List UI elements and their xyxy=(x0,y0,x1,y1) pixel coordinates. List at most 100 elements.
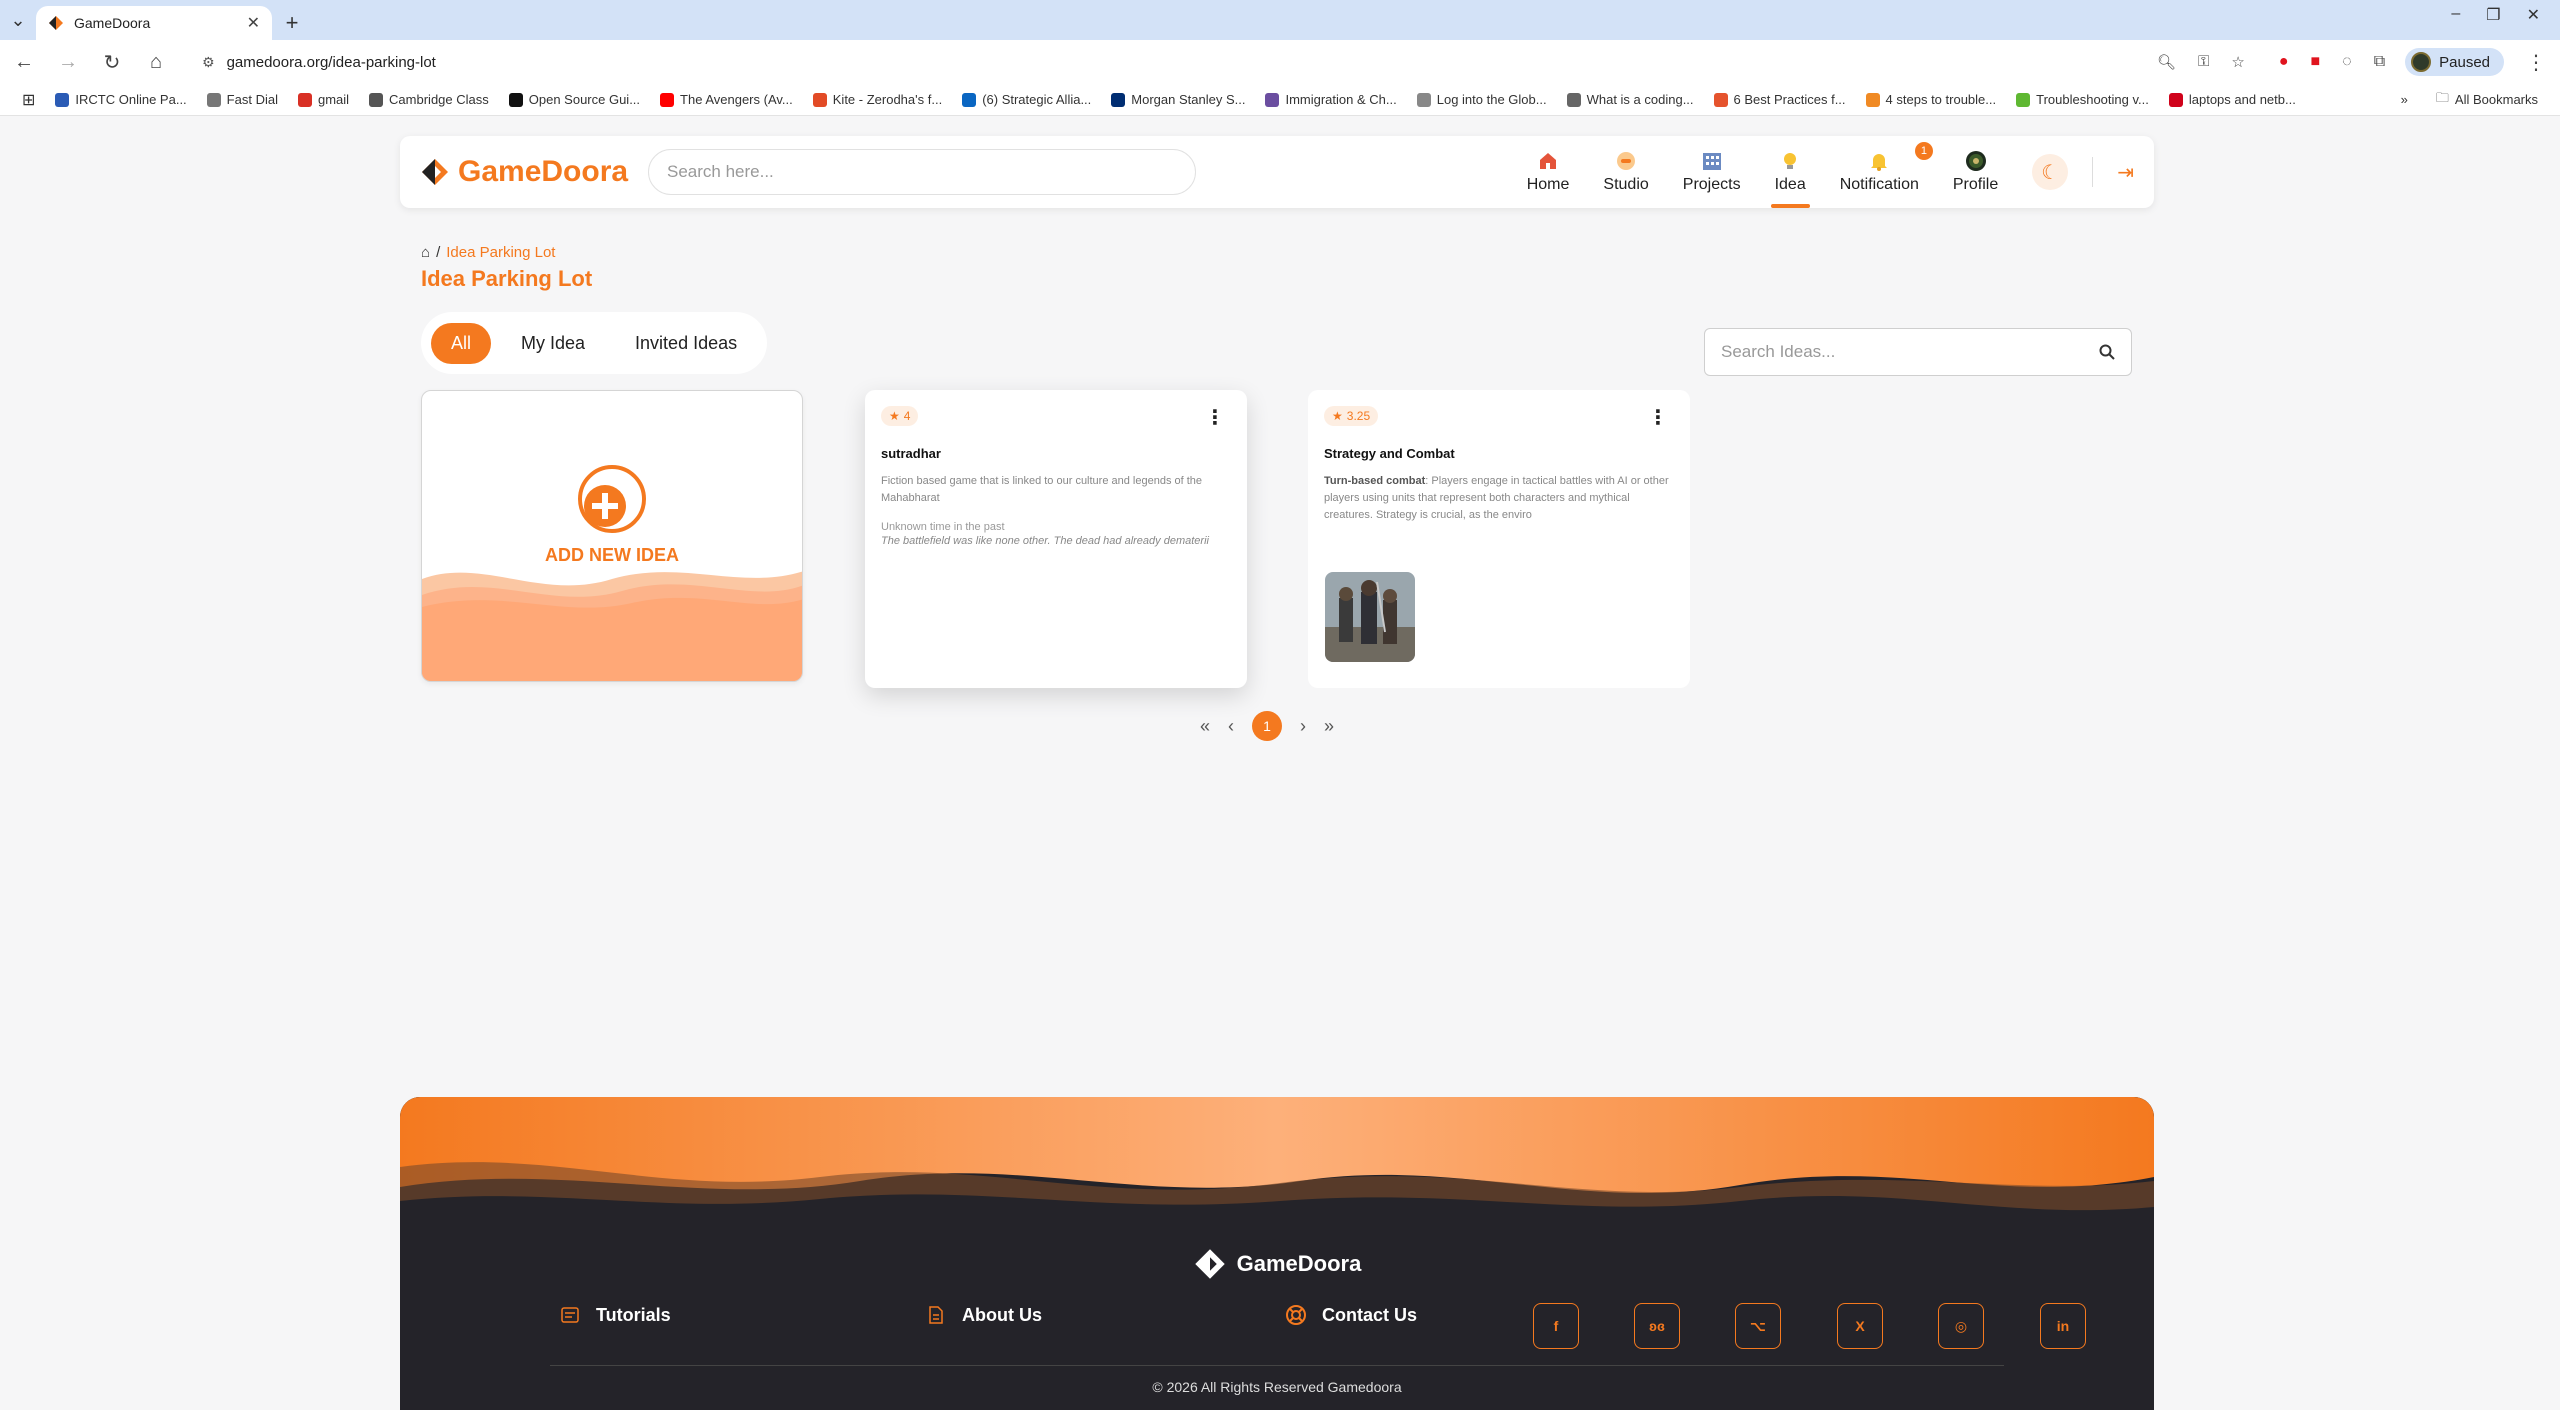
nav-studio[interactable]: Studio xyxy=(1603,136,1649,208)
facebook-icon[interactable]: f xyxy=(1533,1303,1579,1349)
bookmark-item[interactable]: Open Source Gui... xyxy=(499,92,650,107)
nav-profile[interactable]: Profile xyxy=(1953,136,1998,208)
all-bookmarks-folder[interactable]: 🗀 All Bookmarks xyxy=(2426,89,2548,111)
nav-idea[interactable]: Idea xyxy=(1770,136,1810,208)
footer-logo-icon xyxy=(1194,1249,1225,1279)
footer-logo[interactable]: GameDoora xyxy=(400,1247,2154,1281)
bookmark-item[interactable]: Immigration & Ch... xyxy=(1255,92,1406,107)
record-extension-icon[interactable]: ■ xyxy=(2311,53,2321,71)
dark-mode-toggle-icon[interactable]: ☾ xyxy=(2032,154,2069,190)
idea-card[interactable]: ★ 4 ⋮ sutradhar Fiction based game that i… xyxy=(865,390,1247,688)
github-icon[interactable]: ⌥ xyxy=(1735,1303,1781,1349)
bookmark-favicon-icon xyxy=(1111,92,1126,107)
forward-icon[interactable]: → xyxy=(56,51,80,74)
new-tab-button[interactable]: + xyxy=(272,6,312,40)
last-page-icon[interactable]: » xyxy=(1324,716,1334,737)
footer-link-about-us[interactable]: About Us xyxy=(924,1303,1042,1327)
tab-my-idea[interactable]: My Idea xyxy=(501,323,605,364)
bookmark-item[interactable]: Kite - Zerodha's f... xyxy=(803,92,952,107)
first-page-icon[interactable]: « xyxy=(1200,716,1210,737)
tab-invited-ideas[interactable]: Invited Ideas xyxy=(615,323,757,364)
close-window-icon[interactable]: ✕ xyxy=(2527,5,2540,25)
prev-page-icon[interactable]: ‹ xyxy=(1228,716,1234,737)
close-tab-icon[interactable]: ✕ xyxy=(247,13,260,33)
logout-icon[interactable]: ⇥ xyxy=(2117,160,2134,185)
nav-projects[interactable]: Projects xyxy=(1683,136,1741,208)
bookmark-item[interactable]: 6 Best Practices f... xyxy=(1704,92,1856,107)
nav-home[interactable]: Home xyxy=(1527,136,1569,208)
nav-notification[interactable]: 1 Notification xyxy=(1839,136,1933,208)
bookmark-item[interactable]: Troubleshooting v... xyxy=(2006,92,2159,107)
site-info-icon[interactable]: ⚙ xyxy=(202,54,215,71)
minimize-icon[interactable]: – xyxy=(2451,5,2460,25)
bluesky-butterfly-icon[interactable]: ʚɞ xyxy=(1634,1303,1680,1349)
bookmark-item[interactable]: 4 steps to trouble... xyxy=(1856,92,2007,107)
restore-icon[interactable]: ❐ xyxy=(2486,5,2500,25)
more-options-icon[interactable]: ⋮ xyxy=(1205,408,1225,428)
tab-title: GameDoora xyxy=(74,15,151,31)
apps-grid-icon[interactable]: ⊞ xyxy=(12,90,45,110)
idea-search-placeholder: Search Ideas... xyxy=(1721,342,1836,361)
key-icon[interactable]: ⚿ xyxy=(2198,53,2209,71)
next-page-icon[interactable]: › xyxy=(1300,716,1306,737)
more-options-icon[interactable]: ⋮ xyxy=(1648,408,1668,428)
browser-tab[interactable]: GameDoora ✕ xyxy=(36,6,272,40)
bookmark-item[interactable]: The Avengers (Av... xyxy=(650,92,803,107)
site-search-input[interactable]: Search here... xyxy=(648,149,1196,195)
reload-icon[interactable]: ↻ xyxy=(100,50,124,75)
profile-button[interactable]: Paused xyxy=(2405,48,2504,76)
header-actions: ☾ ⇥ xyxy=(2032,136,2134,208)
opera-extension-icon[interactable]: ● xyxy=(2279,53,2289,71)
tab-all[interactable]: All xyxy=(431,322,492,364)
bookmark-item[interactable]: Fast Dial xyxy=(197,92,288,107)
bookmark-item[interactable]: Morgan Stanley S... xyxy=(1101,92,1255,107)
idea-description-bold: Turn-based combat xyxy=(1324,475,1426,487)
bookmark-item[interactable]: laptops and netb... xyxy=(2159,92,2306,107)
bookmark-item[interactable]: IRCTC Online Pa... xyxy=(45,92,196,107)
idea-thumbnail-image[interactable] xyxy=(1325,572,1415,662)
rating-badge: ★ 4 xyxy=(881,406,919,426)
bookmark-item[interactable]: What is a coding... xyxy=(1557,92,1704,107)
home-icon[interactable]: ⌂ xyxy=(144,51,168,74)
footer-link-contact-us[interactable]: Contact Us xyxy=(1284,1303,1417,1327)
profile-status: Paused xyxy=(2439,53,2490,71)
support-lifebuoy-icon xyxy=(1284,1303,1308,1327)
bookmark-item[interactable]: gmail xyxy=(288,92,359,107)
nav-notification-label: Notification xyxy=(1839,176,1919,193)
footer-links: Tutorials About Us Contact Us f ʚɞ ⌥ X ◎… xyxy=(400,1303,2154,1349)
add-new-idea-card[interactable]: ADD NEW IDEA xyxy=(421,390,803,682)
studio-icon xyxy=(1617,152,1636,170)
linkedin-icon[interactable]: in xyxy=(2040,1303,2086,1349)
bookmark-favicon-icon xyxy=(1566,92,1581,107)
back-icon[interactable]: ← xyxy=(12,51,36,74)
search-icon[interactable] xyxy=(2099,344,2115,360)
chat-extension-icon[interactable]: ◌ xyxy=(2342,53,2352,71)
idea-search-input[interactable]: Search Ideas... xyxy=(1704,328,2132,376)
extensions-puzzle-icon[interactable]: ⧉ xyxy=(2374,53,2385,71)
bookmark-item[interactable]: Log into the Glob... xyxy=(1407,92,1557,107)
breadcrumb-current[interactable]: Idea Parking Lot xyxy=(446,244,555,261)
tab-search-icon[interactable]: ⌄ xyxy=(0,0,36,40)
bookmark-item[interactable]: (6) Strategic Allia... xyxy=(952,92,1101,107)
bookmark-label: Kite - Zerodha's f... xyxy=(832,92,943,107)
breadcrumb-home-icon[interactable]: ⌂ xyxy=(421,244,430,261)
idea-description: Turn-based combat: Players engage in tac… xyxy=(1324,473,1674,524)
instagram-icon[interactable]: ◎ xyxy=(1938,1303,1984,1349)
page-number-button[interactable]: 1 xyxy=(1252,711,1283,741)
zoom-icon[interactable]: 🔍︎ xyxy=(2157,53,2176,71)
bookmark-item[interactable]: Cambridge Class xyxy=(359,92,499,107)
browser-menu-icon[interactable]: ⋮ xyxy=(2524,50,2548,75)
site-header: GameDoora Search here... Home Studio Pro… xyxy=(400,136,2154,208)
address-bar[interactable]: ⚙ gamedoora.org/idea-parking-lot 🔍︎ ⚿ ☆ xyxy=(188,45,2259,79)
bookmark-star-icon[interactable]: ☆ xyxy=(2231,53,2244,71)
bookmark-favicon-icon xyxy=(369,92,384,107)
idea-card[interactable]: ★ 3.25 ⋮ Strategy and Combat Turn-based c… xyxy=(1308,390,1690,688)
bookmark-label: What is a coding... xyxy=(1586,92,1694,107)
extension-icons: ● ■ ◌ ⧉ xyxy=(2279,53,2385,71)
footer-link-tutorials[interactable]: Tutorials xyxy=(558,1303,671,1327)
bookmark-favicon-icon xyxy=(1265,92,1280,107)
x-twitter-icon[interactable]: X xyxy=(1837,1303,1883,1349)
bookmark-label: Immigration & Ch... xyxy=(1285,92,1397,107)
more-bookmarks-icon[interactable]: » xyxy=(2401,92,2408,107)
gamedoora-logo[interactable]: GameDoora xyxy=(420,155,632,189)
